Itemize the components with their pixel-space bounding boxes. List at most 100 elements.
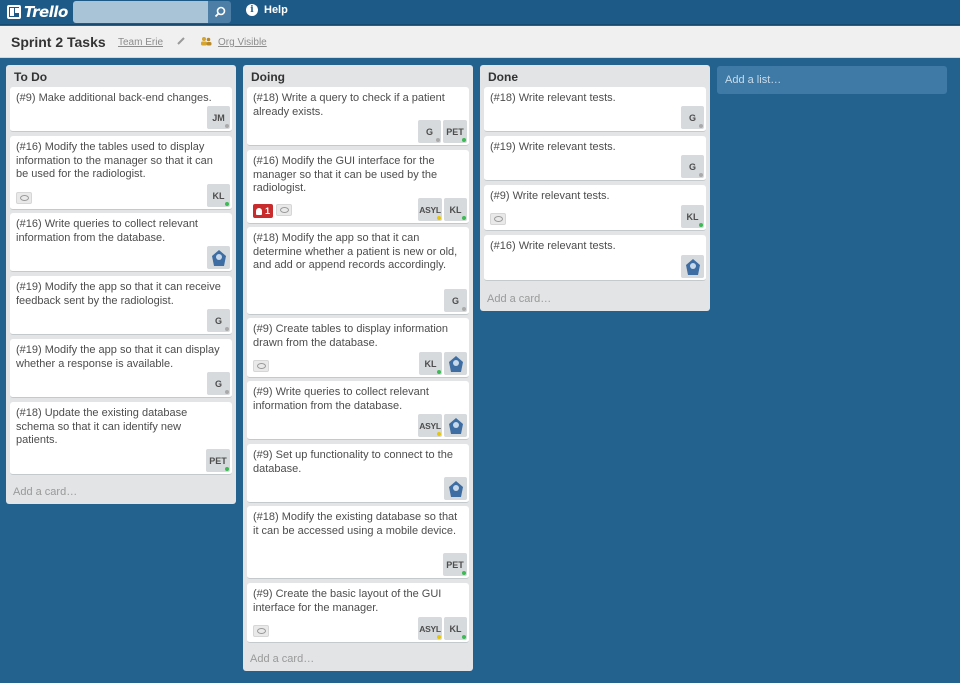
member-avatar[interactable]: G [207, 309, 230, 332]
search-button[interactable] [208, 1, 231, 23]
alarm-icon [256, 207, 262, 215]
card-title: (#9) Set up functionality to connect to … [253, 449, 453, 475]
list-title[interactable]: To Do [14, 70, 47, 84]
avatar-image [211, 249, 226, 266]
add-list-button[interactable]: Add a list… [717, 66, 947, 94]
member-avatar[interactable]: ASYL [418, 617, 442, 640]
card[interactable]: (#9) Write queries to collect relevant i… [247, 381, 469, 440]
top-header: Trello i Help [0, 0, 960, 25]
card[interactable]: (#18) Write a query to check if a patien… [247, 87, 469, 146]
card[interactable]: (#16) Write relevant tests. [484, 235, 706, 281]
card[interactable]: (#16) Modify the tables used to display … [10, 136, 232, 210]
card[interactable]: (#9) Write relevant tests. KL [484, 185, 706, 231]
member-initials: ASYL [419, 420, 441, 431]
avatar-image [685, 258, 700, 275]
member-avatar[interactable]: G [418, 120, 441, 143]
list-doing: Doing (#18) Write a query to check if a … [243, 65, 473, 671]
member-initials: G [688, 112, 696, 123]
member-initials: G [425, 126, 433, 137]
member-initials: ASYL [419, 623, 441, 634]
card[interactable]: (#18) Write relevant tests. G [484, 87, 706, 132]
card[interactable]: (#19) Modify the app so that it can disp… [10, 339, 232, 398]
member-avatar[interactable]: PET [443, 120, 467, 143]
card-title: (#18) Update the existing database schem… [16, 407, 188, 446]
search-box [73, 1, 231, 23]
card[interactable]: (#18) Modify the existing database so th… [247, 506, 469, 579]
eye-icon [276, 204, 293, 216]
avatar-image [448, 417, 463, 434]
help-label: Help [264, 4, 288, 16]
card-title: (#18) Modify the app so that it can dete… [253, 232, 458, 271]
eye-icon [16, 192, 32, 204]
member-initials: PET [446, 559, 464, 570]
member-initials: G [214, 378, 222, 389]
member-initials: G [451, 295, 459, 306]
help-button[interactable]: i Help [246, 4, 288, 16]
add-list-label: Add a list… [725, 74, 782, 86]
card[interactable]: (#18) Modify the app so that it can dete… [247, 227, 469, 315]
member-initials: KL [449, 204, 462, 215]
member-avatar[interactable]: KL [419, 352, 442, 375]
card[interactable]: (#18) Update the existing database schem… [10, 402, 232, 475]
visibility-link[interactable]: Org Visible [218, 37, 267, 48]
card-title: (#18) Write a query to check if a patien… [253, 92, 445, 118]
card-title: (#16) Write relevant tests. [490, 240, 616, 252]
card-title: (#19) Modify the app so that it can rece… [16, 281, 221, 307]
member-initials: ASYL [419, 204, 441, 215]
list-title[interactable]: Done [488, 70, 518, 84]
member-initials: KL [212, 190, 225, 201]
eye-icon [253, 360, 269, 372]
member-avatar[interactable]: PET [443, 553, 467, 576]
member-avatar[interactable]: KL [681, 205, 704, 228]
team-link[interactable]: Team Erie [118, 37, 163, 48]
card[interactable]: (#19) Write relevant tests. G [484, 136, 706, 181]
member-avatar[interactable]: G [681, 155, 704, 178]
avatar[interactable] [444, 352, 467, 375]
card[interactable]: (#16) Write queries to collect relevant … [10, 213, 232, 272]
member-avatar[interactable]: ASYL [418, 414, 442, 437]
due-badge[interactable]: 1 [253, 204, 274, 218]
avatar[interactable] [207, 246, 230, 269]
search-icon [214, 6, 225, 18]
card[interactable]: (#9) Create the basic layout of the GUI … [247, 583, 469, 643]
due-count: 1 [265, 206, 271, 216]
list-to-do: To Do (#9) Make additional back-end chan… [6, 65, 236, 504]
list-title[interactable]: Doing [251, 70, 285, 84]
trello-logo[interactable]: Trello [7, 3, 68, 21]
avatar[interactable] [444, 477, 467, 500]
member-initials: KL [449, 623, 462, 634]
card[interactable]: (#9) Create tables to display informatio… [247, 318, 469, 378]
add-card-button[interactable]: Add a card… [250, 653, 314, 665]
card[interactable]: (#9) Make additional back-end changes. J… [10, 87, 232, 132]
member-avatar[interactable]: G [207, 372, 230, 395]
avatar[interactable] [681, 255, 704, 278]
avatar-image [448, 355, 463, 372]
member-initials: KL [686, 211, 699, 222]
card-title: (#19) Modify the app so that it can disp… [16, 344, 220, 370]
member-avatar[interactable]: KL [444, 617, 467, 640]
pencil-icon[interactable] [176, 36, 186, 46]
member-avatar[interactable]: ASYL [418, 198, 442, 221]
card-title: (#18) Modify the existing database so th… [253, 511, 458, 537]
card-title: (#9) Make additional back-end changes. [16, 92, 212, 104]
card-title: (#9) Create tables to display informatio… [253, 323, 449, 349]
member-initials: JM [212, 112, 225, 123]
member-avatar[interactable]: KL [444, 198, 467, 221]
add-card-button[interactable]: Add a card… [487, 293, 551, 305]
list-done: Done (#18) Write relevant tests. G (#19)… [480, 65, 710, 311]
member-avatar[interactable]: KL [207, 184, 230, 207]
member-avatar[interactable]: G [681, 106, 704, 129]
card[interactable]: (#19) Modify the app so that it can rece… [10, 276, 232, 335]
member-avatar[interactable]: PET [206, 449, 230, 472]
member-initials: G [688, 161, 696, 172]
card[interactable]: (#16) Modify the GUI interface for the m… [247, 150, 469, 224]
search-input[interactable] [73, 1, 208, 23]
card-title: (#16) Modify the GUI interface for the m… [253, 155, 438, 194]
card[interactable]: (#9) Set up functionality to connect to … [247, 444, 469, 503]
member-avatar[interactable]: JM [207, 106, 230, 129]
card-title: (#9) Create the basic layout of the GUI … [253, 588, 442, 614]
board-title[interactable]: Sprint 2 Tasks [11, 34, 106, 50]
avatar[interactable] [444, 414, 467, 437]
member-avatar[interactable]: G [444, 289, 467, 312]
add-card-button[interactable]: Add a card… [13, 486, 77, 498]
